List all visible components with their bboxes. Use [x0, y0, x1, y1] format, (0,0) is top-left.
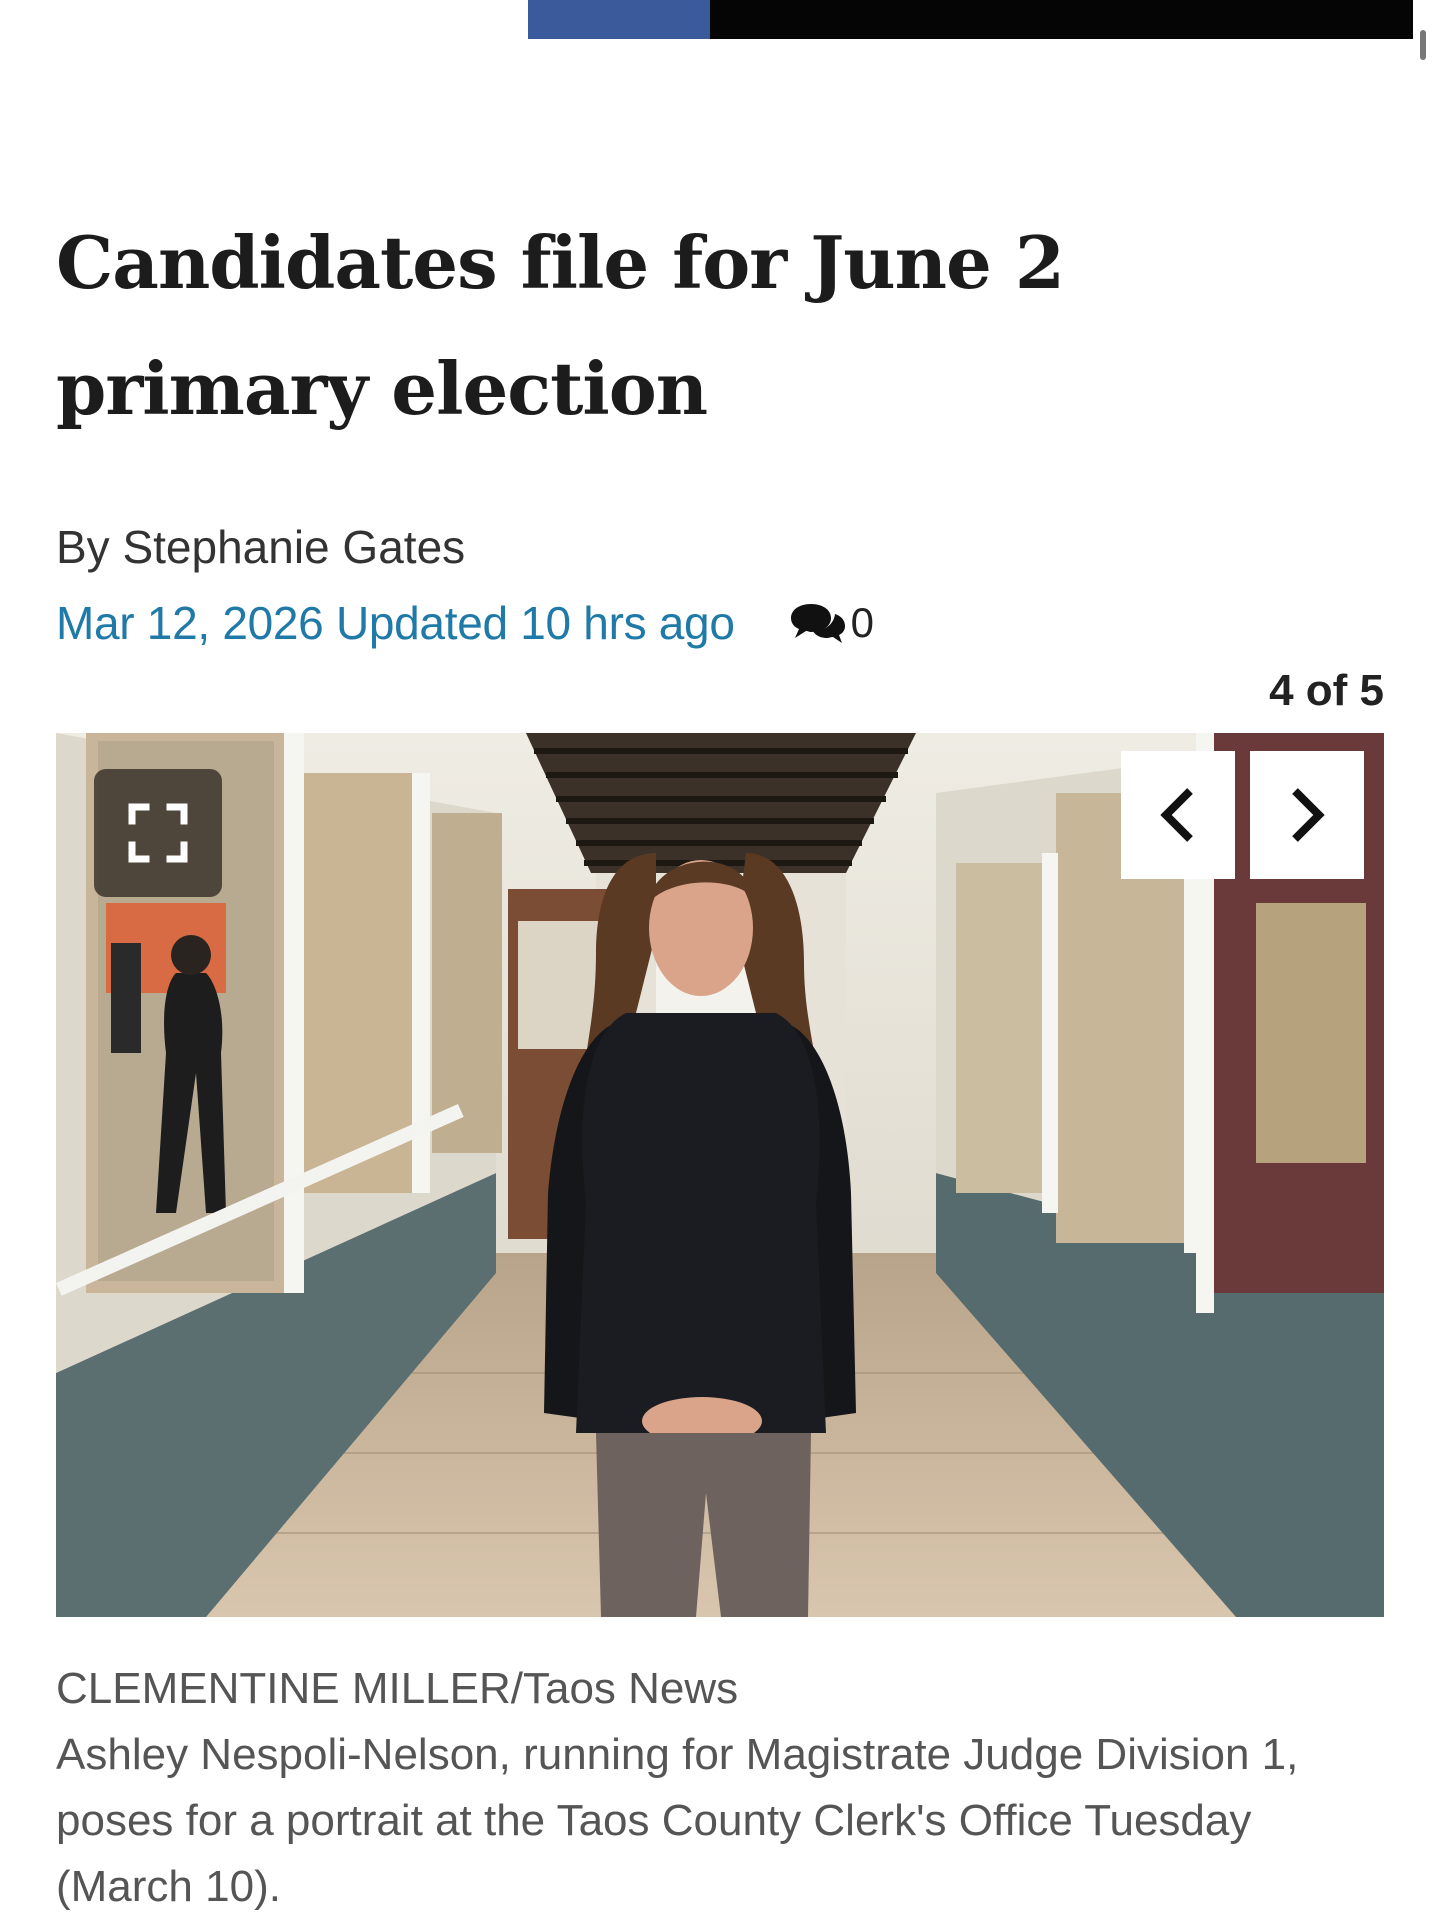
scrollbar[interactable] — [1420, 30, 1426, 60]
chevron-right-icon — [1292, 788, 1325, 842]
comment-count: 0 — [850, 599, 874, 646]
chevron-left-icon — [1160, 788, 1193, 842]
gallery-counter: 4 of 5 — [1269, 666, 1384, 715]
top-bar — [710, 0, 1413, 39]
expand-icon — [128, 803, 188, 863]
comments-icon — [790, 604, 845, 643]
gallery-photo[interactable] — [56, 733, 1384, 1617]
photo-caption: Ashley Nespoli-Nelson, running for Magis… — [56, 1730, 1299, 1911]
article-byline[interactable]: By Stephanie Gates — [56, 520, 465, 574]
article-headline: Candidates file for June 2 primary elect… — [56, 220, 1065, 431]
gallery-prev-button[interactable] — [1121, 751, 1235, 879]
comments-link[interactable]: 0 — [789, 599, 874, 647]
photo-credit: CLEMENTINE MILLER/Taos News — [56, 1664, 739, 1713]
gallery-next-button[interactable] — [1250, 751, 1364, 879]
article-date: Mar 12, 2026 Updated 10 hrs ago — [56, 597, 735, 649]
photo-caption-block: CLEMENTINE MILLER/Taos News Ashley Nespo… — [56, 1656, 1396, 1920]
fullscreen-button[interactable] — [94, 769, 222, 897]
article-meta: Mar 12, 2026 Updated 10 hrs ago 0 — [56, 593, 874, 653]
top-bar-accent — [528, 0, 710, 39]
